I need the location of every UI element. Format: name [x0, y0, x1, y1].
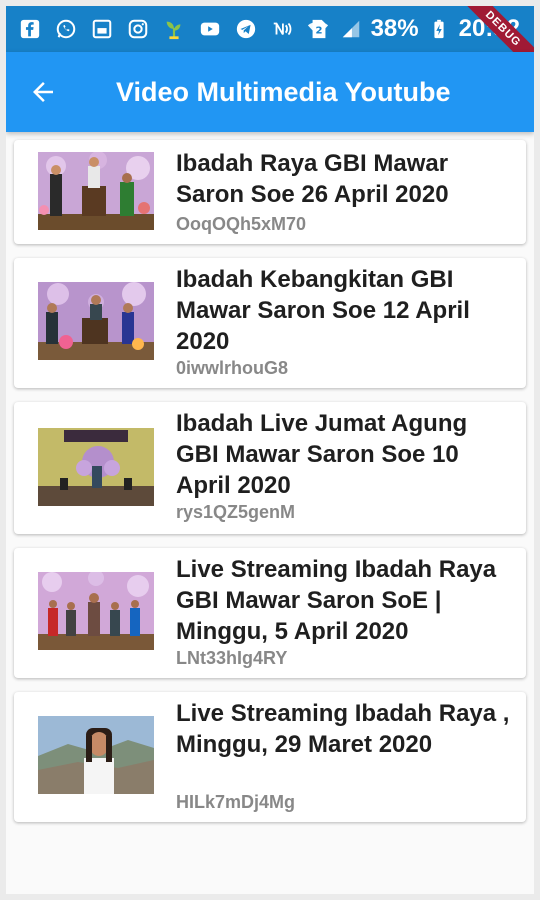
video-thumbnail: [38, 716, 154, 794]
video-title: Live Streaming Ibadah Raya , Minggu, 29 …: [176, 700, 510, 758]
facebook-icon: [18, 17, 42, 41]
telegram-icon: [234, 17, 258, 41]
page-title: Video Multimedia Youtube: [116, 76, 451, 107]
video-id: HILk7mDj4Mg: [176, 792, 296, 812]
battery-charging-icon: [427, 17, 451, 41]
signal-icon: [339, 17, 363, 41]
battery-percent: 38%: [370, 15, 419, 42]
gallery-icon: [90, 17, 114, 41]
svg-text:2: 2: [315, 26, 322, 37]
video-title: Ibadah Live Jumat Agung GBI Mawar Saron …: [176, 410, 468, 499]
youtube-icon: [198, 17, 222, 41]
video-id: 0iwwlrhouG8: [176, 358, 289, 378]
video-card[interactable]: Ibadah Kebangkitan GBI Mawar Saron Soe 1…: [14, 258, 526, 388]
app-frame: 2 38% 20:32 DEBUG Video Multimedia Youtu…: [6, 6, 534, 894]
back-button[interactable]: [20, 69, 66, 115]
video-card[interactable]: Live Streaming Ibadah Raya GBI Mawar Sar…: [14, 548, 526, 678]
video-thumbnail: [38, 428, 154, 506]
whatsapp-icon: [54, 17, 78, 41]
video-title: Ibadah Kebangkitan GBI Mawar Saron Soe 1…: [176, 266, 470, 355]
video-id: LNt33hIg4RY: [176, 648, 288, 668]
instagram-icon: [126, 17, 150, 41]
video-thumbnail: [38, 152, 154, 230]
plant-icon: [162, 17, 186, 41]
video-card[interactable]: Ibadah Live Jumat Agung GBI Mawar Saron …: [14, 402, 526, 534]
status-bar: 2 38% 20:32 DEBUG: [6, 6, 534, 82]
video-thumbnail: [38, 282, 154, 360]
video-id: OoqOQh5xM70: [176, 214, 307, 234]
nfc-icon: [270, 17, 294, 41]
video-card[interactable]: Live Streaming Ibadah Raya , Minggu, 29 …: [14, 692, 526, 822]
video-card[interactable]: Ibadah Raya GBI Mawar Saron Soe 26 April…: [14, 140, 526, 244]
app-bar: Video Multimedia Youtube: [6, 52, 534, 132]
video-id: rys1QZ5genM: [176, 502, 296, 522]
video-thumbnail: [38, 572, 154, 650]
video-title: Ibadah Raya GBI Mawar Saron Soe 26 April…: [176, 150, 449, 208]
video-title: Live Streaming Ibadah Raya GBI Mawar Sar…: [176, 556, 497, 645]
sim-icon: 2: [307, 17, 331, 41]
arrow-left-icon: [33, 82, 53, 102]
